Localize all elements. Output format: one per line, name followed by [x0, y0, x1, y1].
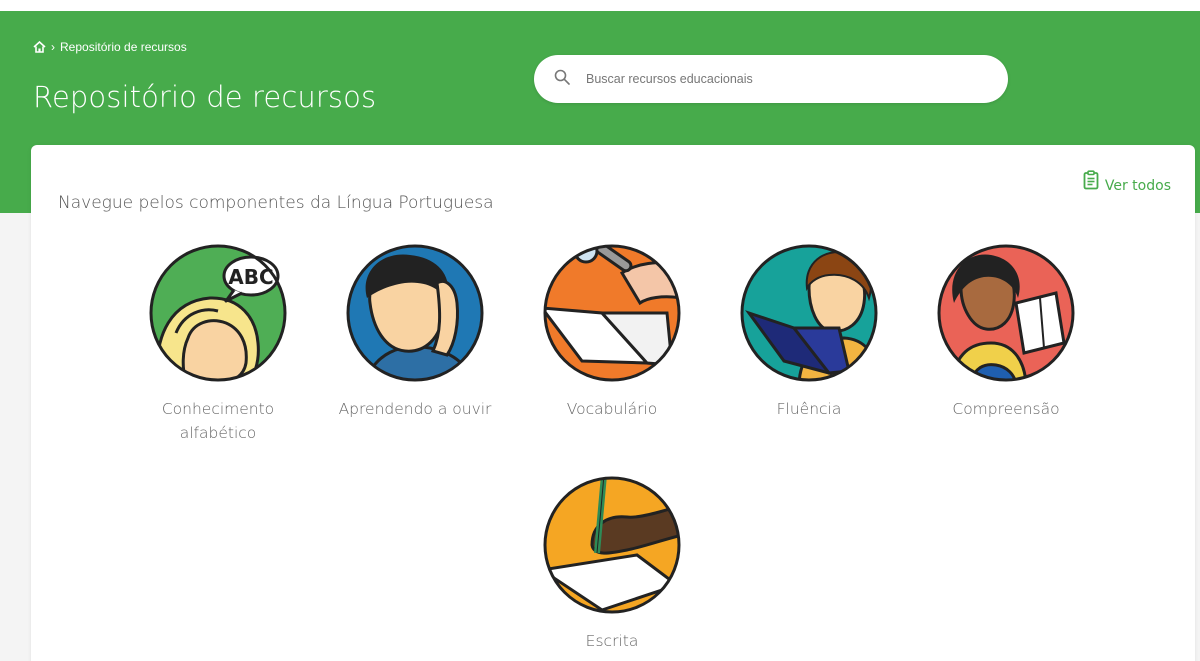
search-input[interactable] — [586, 72, 966, 86]
see-all-link[interactable]: Ver todos — [1083, 170, 1171, 194]
component-tile-fluency[interactable]: Fluência — [719, 243, 899, 421]
magnifier-book-icon — [543, 244, 681, 382]
breadcrumb-current[interactable]: Repositório de recursos — [60, 40, 187, 54]
component-tile-comprehension[interactable]: Compreensão — [916, 243, 1096, 421]
component-tile-alphabetic[interactable]: ABC Conhecimento alfabético — [128, 243, 308, 445]
component-label: Compreensão — [952, 400, 1060, 418]
component-tile-vocabulary[interactable]: Vocabulário — [522, 243, 702, 421]
reading-aloud-icon — [740, 244, 878, 382]
listening-child-icon — [346, 244, 484, 382]
thinking-reader-icon — [937, 244, 1075, 382]
chevron-right-icon: › — [51, 40, 55, 54]
component-label: Aprendendo a ouvir — [338, 400, 492, 418]
see-all-label: Ver todos — [1104, 178, 1171, 194]
search-bar[interactable] — [534, 55, 1008, 103]
search-icon — [554, 69, 570, 90]
section-title: Navegue pelos componentes da Língua Port… — [58, 193, 494, 213]
component-tile-writing[interactable]: Escrita — [522, 475, 702, 653]
top-strip — [0, 0, 1200, 11]
abc-speech-child-icon: ABC — [149, 244, 287, 382]
home-icon[interactable] — [33, 41, 46, 53]
component-tile-listening[interactable]: Aprendendo a ouvir — [325, 243, 505, 421]
breadcrumb: › Repositório de recursos — [33, 40, 187, 54]
component-label: Escrita — [585, 632, 639, 650]
writing-hand-icon — [543, 476, 681, 614]
component-label: Fluência — [776, 400, 842, 418]
component-label: Vocabulário — [566, 400, 658, 418]
components-card: Navegue pelos componentes da Língua Port… — [31, 145, 1195, 661]
clipboard-list-icon — [1083, 170, 1099, 194]
component-label: Conhecimento alfabético — [161, 400, 275, 442]
page-title: Repositório de recursos — [33, 80, 377, 114]
